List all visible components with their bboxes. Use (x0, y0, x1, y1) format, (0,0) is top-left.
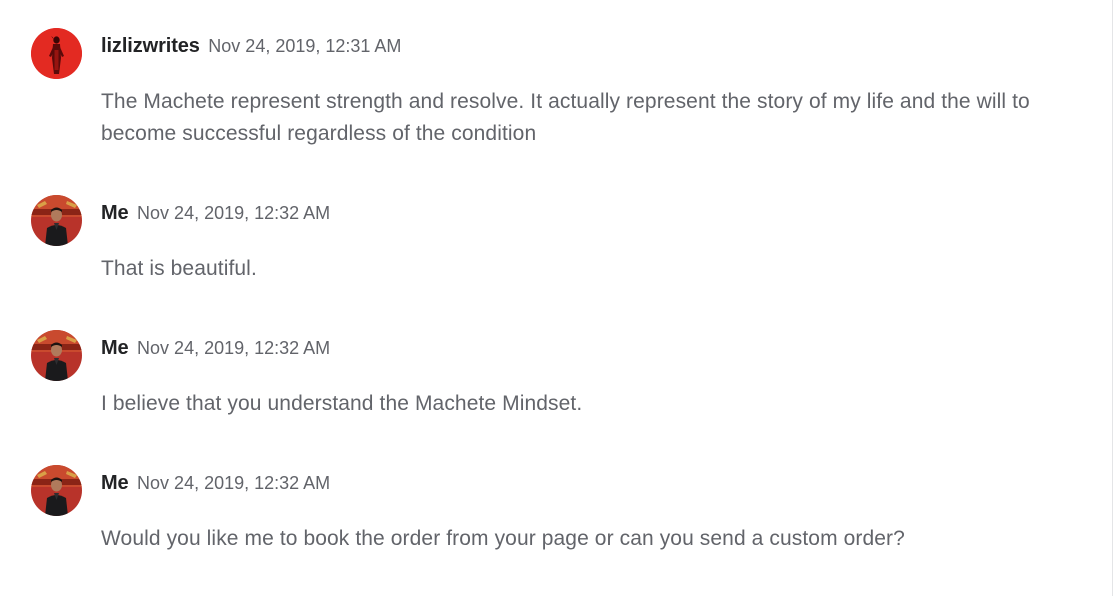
username[interactable]: Me (101, 472, 129, 494)
message-header: Me Nov 24, 2019, 12:32 AM (101, 337, 330, 360)
timestamp: Nov 24, 2019, 12:32 AM (137, 203, 331, 223)
person-photo-avatar-icon (31, 330, 82, 381)
avatar[interactable] (31, 465, 82, 516)
person-photo-avatar-icon (31, 195, 82, 246)
message-header: lizlizwrites Nov 24, 2019, 12:31 AM (101, 35, 401, 58)
username[interactable]: lizlizwrites (101, 35, 200, 57)
person-photo-avatar-icon (31, 465, 82, 516)
message-text: The Machete represent strength and resol… (101, 90, 1030, 145)
avatar[interactable] (31, 330, 82, 381)
timestamp: Nov 24, 2019, 12:32 AM (137, 473, 331, 493)
conversation-pane-border (1112, 0, 1113, 596)
message-header: Me Nov 24, 2019, 12:32 AM (101, 202, 330, 225)
avatar[interactable] (31, 28, 82, 79)
message-text: Would you like me to book the order from… (101, 527, 905, 550)
timestamp: Nov 24, 2019, 12:32 AM (137, 338, 331, 358)
username[interactable]: Me (101, 202, 129, 224)
red-figure-avatar-icon (31, 28, 82, 79)
username[interactable]: Me (101, 337, 129, 359)
timestamp: Nov 24, 2019, 12:31 AM (208, 36, 402, 56)
message-text: That is beautiful. (101, 257, 257, 280)
message-header: Me Nov 24, 2019, 12:32 AM (101, 472, 330, 495)
message-text: I believe that you understand the Machet… (101, 392, 583, 415)
avatar[interactable] (31, 195, 82, 246)
